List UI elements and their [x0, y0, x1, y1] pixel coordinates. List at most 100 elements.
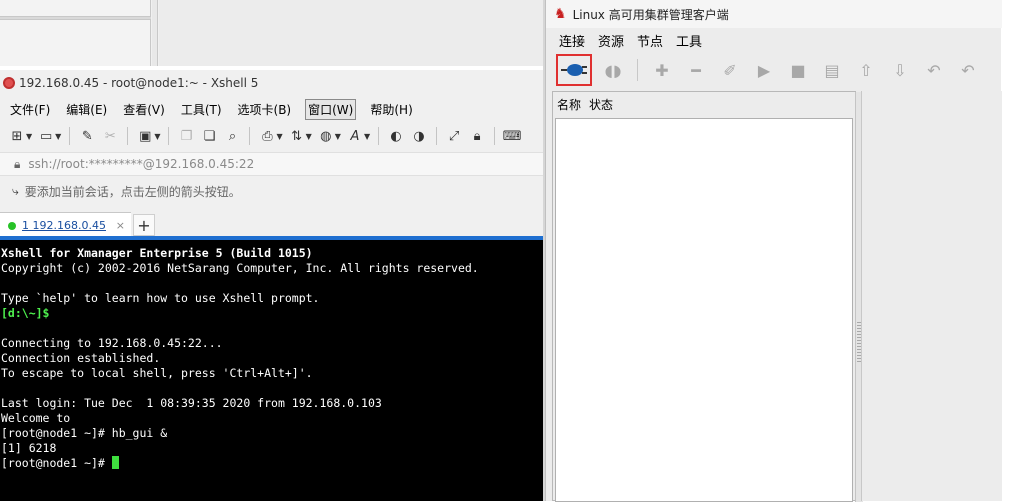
tab-label: 1 192.168.0.45	[22, 219, 106, 232]
disconnect-button[interactable]: ◖◗	[600, 57, 626, 83]
background-scrollbar	[0, 16, 151, 20]
background-pane	[0, 0, 151, 66]
terminal[interactable]: Xshell for Xmanager Enterprise 5 (Build …	[0, 240, 543, 501]
transfer-icon[interactable]: ⇅	[288, 127, 306, 145]
toolbar-divider	[494, 127, 496, 145]
compose-icon[interactable]: ◑	[410, 127, 428, 145]
xshell-logo-icon	[3, 77, 15, 89]
add-tab-button[interactable]: +	[133, 214, 155, 236]
keyboard-icon[interactable]: ⌨	[503, 127, 522, 145]
undo-icon[interactable]: ↶	[921, 57, 947, 83]
menu-tools[interactable]: 工具(T)	[179, 100, 224, 119]
toolbar-divider	[249, 127, 251, 145]
chevron-down-icon[interactable]: ▼	[55, 132, 61, 141]
heartbeat-logo-icon: ♞	[554, 6, 567, 22]
terminal-line: Xshell for Xmanager Enterprise 5 (Build …	[1, 246, 313, 260]
properties-icon[interactable]: ▣	[136, 127, 154, 145]
tab-session-1[interactable]: 1 192.168.0.45 ×	[0, 212, 131, 238]
open-folder-icon[interactable]: ▭	[37, 127, 55, 145]
script-icon[interactable]: ◐	[387, 127, 405, 145]
chevron-down-icon[interactable]: ▼	[364, 132, 370, 141]
fullscreen-icon[interactable]: ⤢	[445, 127, 463, 145]
copy-icon[interactable]: ❐	[177, 127, 195, 145]
menu-view[interactable]: 查看(V)	[121, 100, 167, 119]
hb-title-bar: ♞ Linux 高可用集群管理客户端	[546, 0, 1002, 28]
reconnect-icon[interactable]: ✎	[78, 127, 96, 145]
print-icon[interactable]: ⎙	[258, 127, 276, 145]
resource-tree[interactable]	[555, 118, 853, 502]
terminal-line: [root@node1 ~]#	[1, 456, 112, 470]
hb-gui-window: ♞ Linux 高可用集群管理客户端 连接 资源 节点 工具 ◖◗ ✚ ━ ✐ …	[545, 0, 1002, 502]
background-window	[0, 0, 543, 68]
menu-tabs[interactable]: 选项卡(B)	[236, 100, 294, 119]
chevron-down-icon[interactable]: ▼	[154, 132, 160, 141]
terminal-line: [root@node1 ~]# hb_gui &	[1, 426, 168, 440]
xshell-menu-bar: 文件(F) 编辑(E) 查看(V) 工具(T) 选项卡(B) 窗口(W) 帮助(…	[0, 98, 543, 120]
menu-help[interactable]: 帮助(H)	[368, 100, 414, 119]
resource-tree-panel: 名称 状态	[552, 91, 863, 502]
menu-connect[interactable]: 连接	[559, 31, 585, 50]
toolbar-divider	[69, 127, 71, 145]
menu-hb-tools[interactable]: 工具	[676, 31, 702, 50]
lock-icon[interactable]: 🔒︎	[468, 127, 486, 145]
cleanup-icon[interactable]: ✐	[717, 57, 743, 83]
font-icon[interactable]: A	[346, 127, 364, 145]
tab-bar: 1 192.168.0.45 × +	[0, 210, 543, 238]
menu-file[interactable]: 文件(F)	[8, 100, 52, 119]
remove-icon[interactable]: ━	[683, 57, 709, 83]
stop-icon[interactable]: ■	[785, 57, 811, 83]
terminal-cursor	[111, 456, 119, 469]
menu-edit[interactable]: 编辑(E)	[64, 100, 109, 119]
menu-window[interactable]: 窗口(W)	[305, 98, 357, 120]
xshell-title: 192.168.0.45 - root@node1:~ - Xshell 5	[19, 76, 259, 90]
terminal-prompt: [d:\~]$	[1, 306, 50, 320]
start-icon[interactable]: ▶	[751, 57, 777, 83]
address-text: ssh://root:*********@192.168.0.45:22	[28, 157, 255, 171]
session-hint-text: 要添加当前会话，点击左侧的箭头按钮。	[24, 184, 241, 199]
toolbar-divider	[127, 127, 129, 145]
hb-title: Linux 高可用集群管理客户端	[572, 7, 729, 22]
terminal-line: Connection established.	[1, 351, 161, 365]
lock-icon: 🔒︎	[14, 156, 21, 171]
xshell-title-bar: 192.168.0.45 - root@node1:~ - Xshell 5	[0, 70, 543, 96]
disconnect-icon[interactable]: ✂	[101, 127, 119, 145]
hb-toolbar: ◖◗ ✚ ━ ✐ ▶ ■ ▤ ⇧ ⇩ ↶ ↶	[546, 53, 1002, 87]
find-icon[interactable]: ⌕	[223, 127, 241, 145]
paste-icon[interactable]: ❏	[200, 127, 218, 145]
chevron-down-icon[interactable]: ▼	[276, 132, 282, 141]
chevron-down-icon[interactable]: ▼	[335, 132, 341, 141]
terminal-line: Type `help' to learn how to use Xshell p…	[1, 291, 320, 305]
xshell-window: 192.168.0.45 - root@node1:~ - Xshell 5 文…	[0, 70, 543, 501]
column-status[interactable]: 状态	[589, 96, 613, 113]
detail-panel	[861, 91, 1002, 501]
toolbar-divider	[637, 59, 638, 81]
default-icon[interactable]: ▤	[819, 57, 845, 83]
close-icon[interactable]: ×	[116, 219, 125, 232]
chevron-down-icon[interactable]: ▼	[306, 132, 312, 141]
move-down-icon[interactable]: ⇩	[887, 57, 913, 83]
globe-icon[interactable]: ◍	[317, 127, 335, 145]
connected-status-icon	[8, 221, 16, 230]
move-up-icon[interactable]: ⇧	[853, 57, 879, 83]
address-bar[interactable]: 🔒︎ ssh://root:*********@192.168.0.45:22	[0, 152, 543, 176]
background-border	[0, 66, 543, 68]
redo-icon[interactable]: ↶	[955, 57, 981, 83]
toolbar-divider	[436, 127, 438, 145]
terminal-line: Connecting to 192.168.0.45:22...	[1, 336, 223, 350]
menu-resources[interactable]: 资源	[598, 31, 624, 50]
add-icon[interactable]: ✚	[649, 57, 675, 83]
chevron-down-icon[interactable]: ▼	[26, 132, 32, 141]
menu-nodes[interactable]: 节点	[637, 31, 663, 50]
background-pane	[159, 0, 543, 66]
toolbar-divider	[168, 127, 170, 145]
session-hint-bar: ⤷ 要添加当前会话，点击左侧的箭头按钮。	[0, 178, 543, 204]
toolbar-divider	[378, 127, 380, 145]
tree-column-header: 名称 状态	[553, 92, 855, 116]
connect-button[interactable]	[556, 54, 592, 86]
new-session-icon[interactable]: ⊞	[8, 127, 26, 145]
terminal-line: Copyright (c) 2002-2016 NetSarang Comput…	[1, 261, 479, 275]
plug-icon	[561, 64, 587, 76]
add-session-arrow-icon[interactable]: ⤷	[12, 184, 19, 199]
terminal-line: To escape to local shell, press 'Ctrl+Al…	[1, 366, 313, 380]
column-name[interactable]: 名称	[557, 96, 581, 113]
